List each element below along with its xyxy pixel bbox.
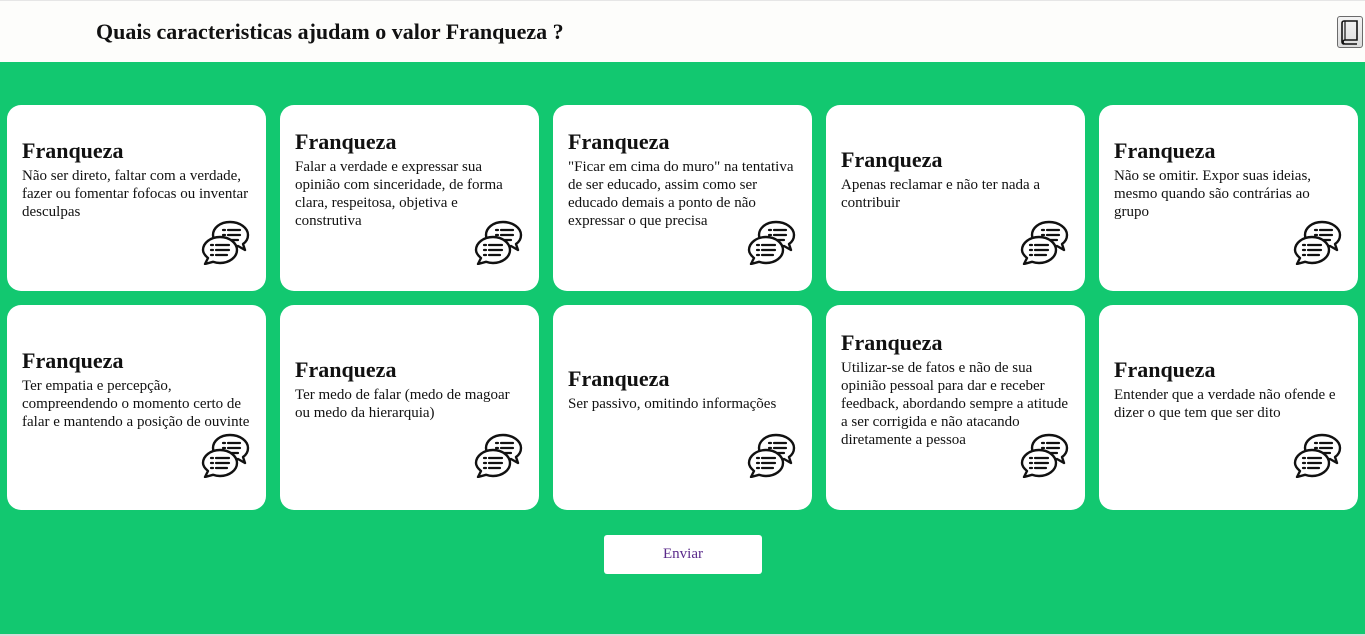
option-card-6[interactable]: Franqueza Ter empatia e percepção, compr… bbox=[7, 305, 266, 510]
option-card-9[interactable]: Franqueza Utilizar-se de fatos e não de … bbox=[826, 305, 1085, 510]
option-card-2[interactable]: Franqueza Falar a verdade e expressar su… bbox=[280, 105, 539, 291]
card-title: Franqueza bbox=[1114, 356, 1216, 382]
card-title: Franqueza bbox=[1114, 138, 1216, 163]
book-button[interactable] bbox=[1337, 16, 1363, 48]
card-title: Franqueza bbox=[22, 138, 124, 163]
options-grid: Franqueza Não ser direto, faltar com a v… bbox=[7, 105, 1359, 510]
card-title: Franqueza bbox=[841, 147, 943, 172]
chat-bubbles-icon bbox=[746, 432, 796, 478]
chat-bubbles-icon bbox=[1019, 432, 1069, 478]
option-card-5[interactable]: Franqueza Não se omitir. Expor suas idei… bbox=[1099, 105, 1358, 291]
chat-bubbles-icon bbox=[1292, 432, 1342, 478]
card-title: Franqueza bbox=[568, 129, 670, 154]
page-title: Quais caracteristicas ajudam o valor Fra… bbox=[96, 19, 564, 44]
chat-bubbles-icon bbox=[473, 219, 523, 265]
chat-bubbles-icon bbox=[746, 219, 796, 265]
option-card-4[interactable]: Franqueza Apenas reclamar e não ter nada… bbox=[826, 105, 1085, 291]
option-card-3[interactable]: Franqueza "Ficar em cima do muro" na ten… bbox=[553, 105, 812, 291]
card-title: Franqueza bbox=[22, 347, 124, 373]
chat-bubbles-icon bbox=[200, 432, 250, 478]
card-text: Não ser direto, faltar com a verdade, fa… bbox=[22, 168, 249, 220]
chat-bubbles-icon bbox=[473, 432, 523, 478]
option-card-7[interactable]: Franqueza Ter medo de falar (medo de mag… bbox=[280, 305, 539, 510]
option-card-1[interactable]: Franqueza Não ser direto, faltar com a v… bbox=[7, 105, 266, 291]
card-title: Franqueza bbox=[295, 356, 397, 382]
chat-bubbles-icon bbox=[200, 219, 250, 265]
card-title: Franqueza bbox=[295, 129, 397, 154]
card-text: Ter medo de falar (medo de magoar ou med… bbox=[295, 386, 510, 421]
card-text: Apenas reclamar e não ter nada a contrib… bbox=[841, 177, 1041, 211]
option-card-8[interactable]: Franqueza Ser passivo, omitindo informaç… bbox=[553, 305, 812, 510]
header-bar: Quais caracteristicas ajudam o valor Fra… bbox=[0, 0, 1365, 62]
card-title: Franqueza bbox=[841, 329, 943, 355]
card-title: Franqueza bbox=[568, 365, 670, 391]
book-icon bbox=[1341, 20, 1358, 45]
submit-button[interactable]: Enviar bbox=[604, 535, 762, 574]
chat-bubbles-icon bbox=[1019, 219, 1069, 265]
card-text: Não se omitir. Expor suas ideias, mesmo … bbox=[1114, 168, 1312, 220]
option-card-10[interactable]: Franqueza Entender que a verdade não ofe… bbox=[1099, 305, 1358, 510]
card-text: Ter empatia e percepção, compreendendo o… bbox=[22, 377, 250, 430]
chat-bubbles-icon bbox=[1292, 219, 1342, 265]
card-text: Entender que a verdade não ofende e dize… bbox=[1114, 386, 1336, 421]
card-text: Ser passivo, omitindo informações bbox=[568, 395, 777, 412]
